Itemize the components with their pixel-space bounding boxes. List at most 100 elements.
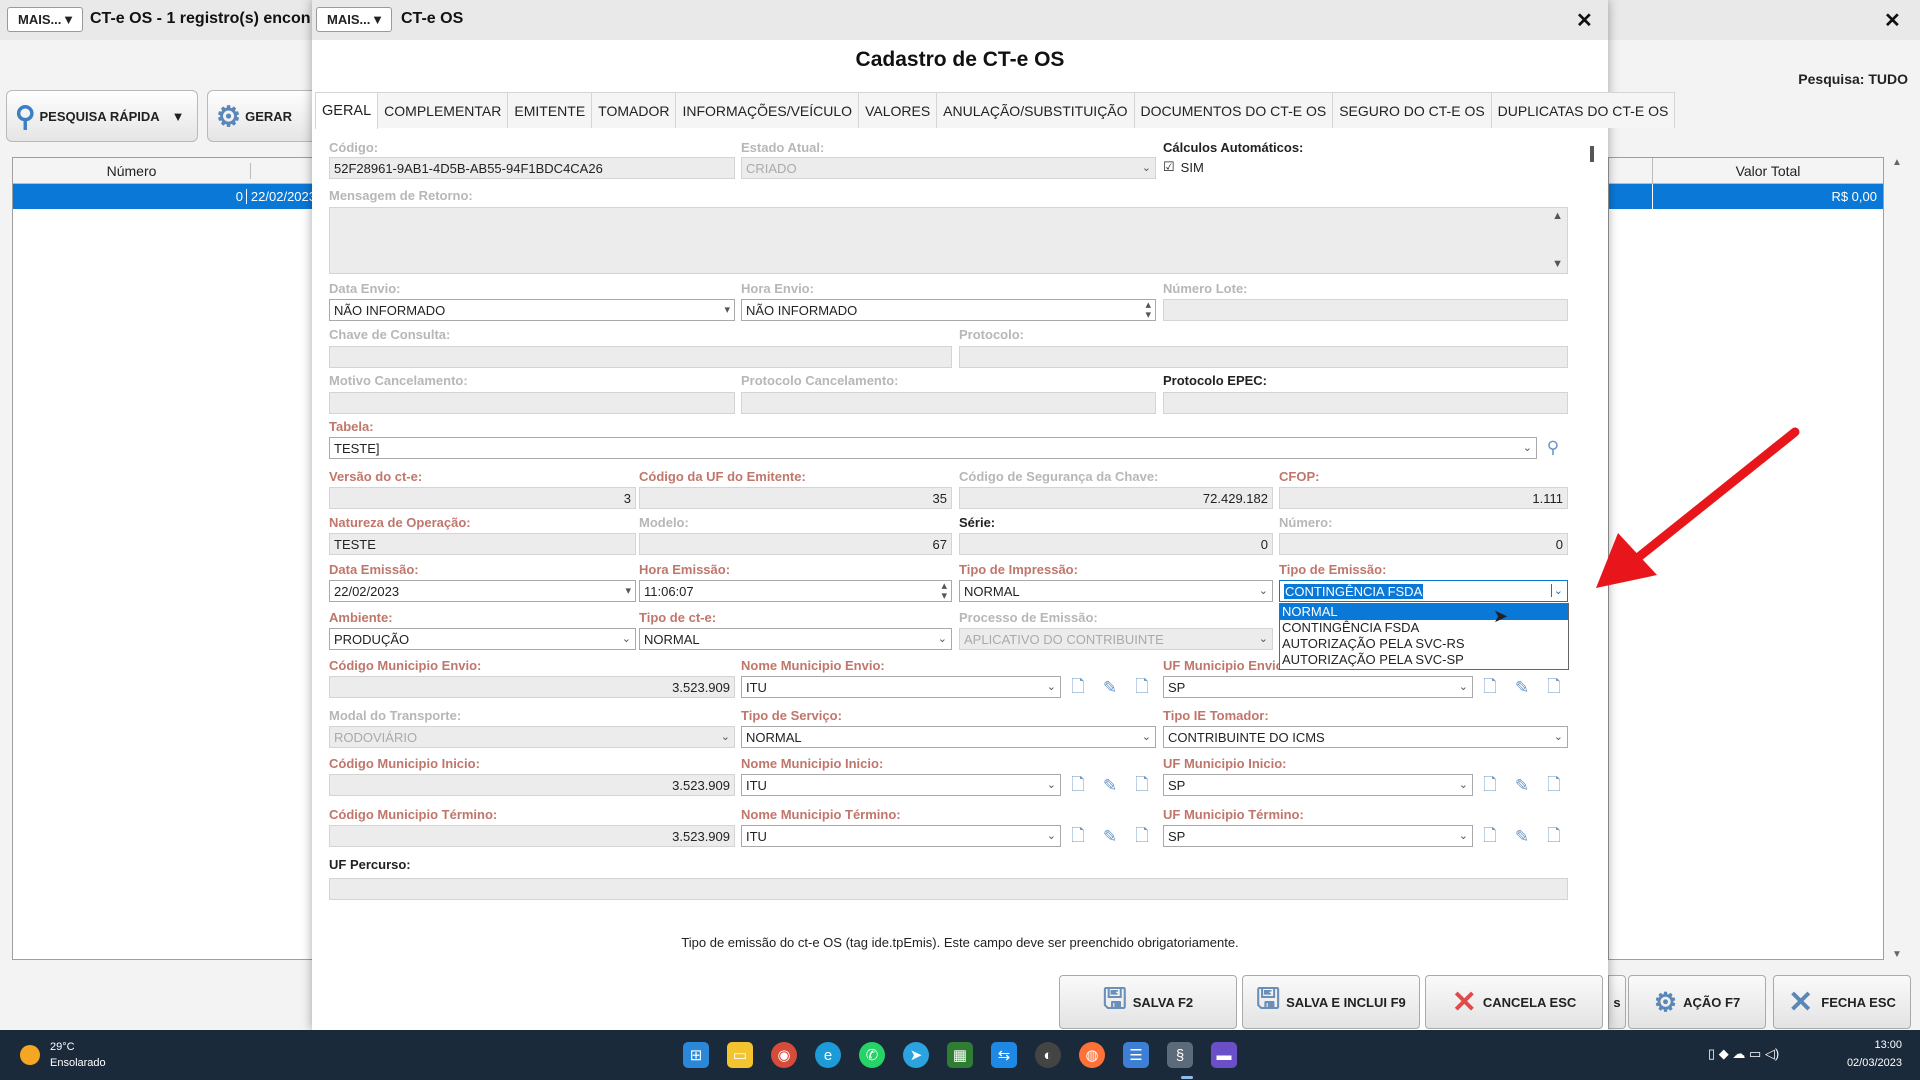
nome-mun-inicio-select[interactable]: ITU ⌄ (741, 774, 1061, 796)
protocolo-field[interactable] (959, 346, 1568, 368)
versao-field[interactable]: 3 (329, 487, 636, 509)
cancel-button[interactable]: ✕ CANCELA ESC (1425, 975, 1603, 1029)
cod-mun-envio-field[interactable]: 3.523.909 (329, 676, 735, 698)
edit-document-icon[interactable]: ✎ (1099, 774, 1121, 798)
search-document-icon[interactable]: 🗋 (1131, 825, 1153, 849)
table-row[interactable]: R$ 0,00 (1609, 184, 1883, 209)
edit-document-icon[interactable]: ✎ (1511, 774, 1533, 798)
chevron-down-icon[interactable]: ⌄ (1554, 730, 1563, 743)
chevron-down-icon[interactable]: ⌄ (1047, 680, 1056, 693)
numero-lote-field[interactable] (1163, 299, 1568, 321)
erp-app-icon[interactable]: § (1167, 1042, 1193, 1068)
hora-envio-field[interactable]: NÃO INFORMADO ▴ ▾ (741, 299, 1156, 321)
tab-emitente[interactable]: EMITENTE (507, 92, 593, 128)
save-and-new-button[interactable]: 🖫 SALVA E INCLUI F9 (1242, 975, 1420, 1029)
numero-field[interactable]: 0 (1279, 533, 1568, 555)
weather-temperature[interactable]: 29°C (50, 1041, 75, 1053)
chevron-down-icon[interactable]: ⌄ (1047, 829, 1056, 842)
search-document-icon[interactable]: 🗋 (1543, 676, 1565, 700)
calculos-checkbox[interactable]: ☑ SIM (1163, 159, 1204, 175)
spreadsheet-icon[interactable]: ▦ (947, 1042, 973, 1068)
scroll-down-icon[interactable]: ▼ (1887, 949, 1907, 960)
add-document-icon[interactable]: 🗋 (1479, 825, 1501, 849)
tabela-select[interactable]: TESTE] ⌄ (329, 437, 1537, 459)
scroll-up-icon[interactable]: ▲ (1887, 157, 1907, 168)
edit-document-icon[interactable]: ✎ (1099, 676, 1121, 700)
whatsapp-icon[interactable]: ✆ (859, 1042, 885, 1068)
processo-select[interactable]: APLICATIVO DO CONTRIBUINTE ⌄ (959, 628, 1273, 650)
save-button[interactable]: 🖫 SALVA F2 (1059, 975, 1237, 1029)
hora-emissao-field[interactable]: 11:06:07 ▴ ▾ (639, 580, 952, 602)
chevron-down-icon[interactable]: ⌄ (1459, 778, 1468, 791)
weather-condition[interactable]: Ensolarado (50, 1057, 106, 1069)
add-document-icon[interactable]: 🗋 (1067, 676, 1089, 700)
tab-tomador[interactable]: TOMADOR (591, 92, 677, 128)
hidden-button-edge[interactable]: s (1608, 975, 1626, 1029)
nome-mun-termino-select[interactable]: ITU ⌄ (741, 825, 1061, 847)
generate-button[interactable]: ⚙ GERAR (207, 90, 317, 142)
clock-date[interactable]: 02/03/2023 (1830, 1057, 1902, 1069)
edit-document-icon[interactable]: ✎ (1511, 825, 1533, 849)
tab-informacoes-veiculo[interactable]: INFORMAÇÕES/VEÍCULO (675, 92, 860, 128)
edit-document-icon[interactable]: ✎ (1511, 676, 1533, 700)
chevron-down-icon[interactable]: ⌄ (1550, 584, 1563, 597)
modal-select[interactable]: RODOVIÁRIO ⌄ (329, 726, 735, 748)
tab-anulacao-substituicao[interactable]: ANULAÇÃO/SUBSTITUIÇÃO (936, 92, 1135, 128)
protocolo-cancel-field[interactable] (741, 392, 1156, 414)
cod-mun-termino-field[interactable]: 3.523.909 (329, 825, 735, 847)
add-document-icon[interactable]: 🗋 (1067, 774, 1089, 798)
motivo-cancel-field[interactable] (329, 392, 735, 414)
search-document-icon[interactable]: 🗋 (1543, 774, 1565, 798)
search-icon[interactable]: ⚲ (1542, 436, 1564, 460)
chevron-down-icon[interactable]: ⌄ (1142, 730, 1151, 743)
uf-mun-inicio-select[interactable]: SP ⌄ (1163, 774, 1473, 796)
chevron-down-icon[interactable]: ⌄ (1523, 441, 1532, 454)
scroll-down-icon[interactable]: ▼ (1552, 258, 1563, 270)
app-icon[interactable]: ◐ (1035, 1042, 1061, 1068)
uf-mun-termino-select[interactable]: SP ⌄ (1163, 825, 1473, 847)
quick-search-button[interactable]: ⚲ PESQUISA RÁPIDA ▼ (6, 90, 198, 142)
tipo-emissao-dropdown-list[interactable]: NORMAL CONTINGÊNCIA FSDA AUTORIZAÇÃO PEL… (1279, 603, 1569, 670)
ambiente-select[interactable]: PRODUÇÃO ⌄ (329, 628, 636, 650)
tab-seguro[interactable]: SEGURO DO CT-E OS (1332, 92, 1492, 128)
option-svc-sp[interactable]: AUTORIZAÇÃO PELA SVC-SP (1280, 652, 1568, 668)
tab-documentos[interactable]: DOCUMENTOS DO CT-E OS (1133, 92, 1334, 128)
codigo-seg-field[interactable]: 72.429.182 (959, 487, 1273, 509)
tipo-servico-select[interactable]: NORMAL ⌄ (741, 726, 1156, 748)
chevron-down-icon[interactable]: ⌄ (1459, 680, 1468, 693)
tipo-cte-select[interactable]: NORMAL ⌄ (639, 628, 952, 650)
grid-scrollbar[interactable]: ▲ ▼ (1887, 157, 1907, 960)
mensagem-textarea[interactable]: ▲ ▼ (329, 207, 1568, 274)
firefox-icon[interactable]: ◍ (1079, 1042, 1105, 1068)
add-document-icon[interactable]: 🗋 (1479, 676, 1501, 700)
background-close-icon[interactable]: ✕ (1884, 8, 1901, 33)
codigo-field[interactable]: 52F28961-9AB1-4D5B-AB55-94F1BDC4CA26 (329, 157, 735, 179)
weather-sun-icon[interactable] (20, 1045, 40, 1065)
file-explorer-icon[interactable]: ▭ (727, 1042, 753, 1068)
protocolo-epec-field[interactable] (1163, 392, 1568, 414)
system-tray-icons[interactable]: ▯ ◆ ☁ ▭ ◁) (1708, 1046, 1779, 1062)
scroll-up-icon[interactable]: ▲ (1552, 210, 1563, 222)
estado-select[interactable]: CRIADO ⌄ (741, 157, 1156, 179)
dialog-mais-button[interactable]: MAIS... ▼ (316, 7, 392, 32)
chevron-down-icon[interactable]: ▾ (724, 303, 730, 316)
chevron-down-icon[interactable]: ⌄ (1459, 829, 1468, 842)
notepad-icon[interactable]: ☰ (1123, 1042, 1149, 1068)
windows-start-icon[interactable]: ⊞ (683, 1042, 709, 1068)
tipo-impressao-select[interactable]: NORMAL ⌄ (959, 580, 1273, 602)
chevron-down-icon[interactable]: ⌄ (622, 632, 631, 645)
chevron-down-icon[interactable]: ⌄ (1259, 584, 1268, 597)
background-mais-button[interactable]: MAIS... ▼ (7, 7, 83, 32)
media-app-icon[interactable]: ▬ (1211, 1042, 1237, 1068)
tab-complementar[interactable]: COMPLEMENTAR (377, 92, 509, 128)
natureza-field[interactable]: TESTE (329, 533, 636, 555)
form-scrollbar-thumb[interactable] (1590, 146, 1594, 162)
add-document-icon[interactable]: 🗋 (1067, 825, 1089, 849)
cod-mun-inicio-field[interactable]: 3.523.909 (329, 774, 735, 796)
remote-desktop-icon[interactable]: ⇆ (991, 1042, 1017, 1068)
records-grid-left[interactable]: Número 0 22/02/2023 (12, 157, 317, 960)
edit-document-icon[interactable]: ✎ (1099, 825, 1121, 849)
table-row[interactable]: 0 22/02/2023 (13, 184, 316, 209)
chevron-down-icon[interactable]: ⌄ (1047, 778, 1056, 791)
column-header-numero[interactable]: Número (13, 162, 251, 179)
